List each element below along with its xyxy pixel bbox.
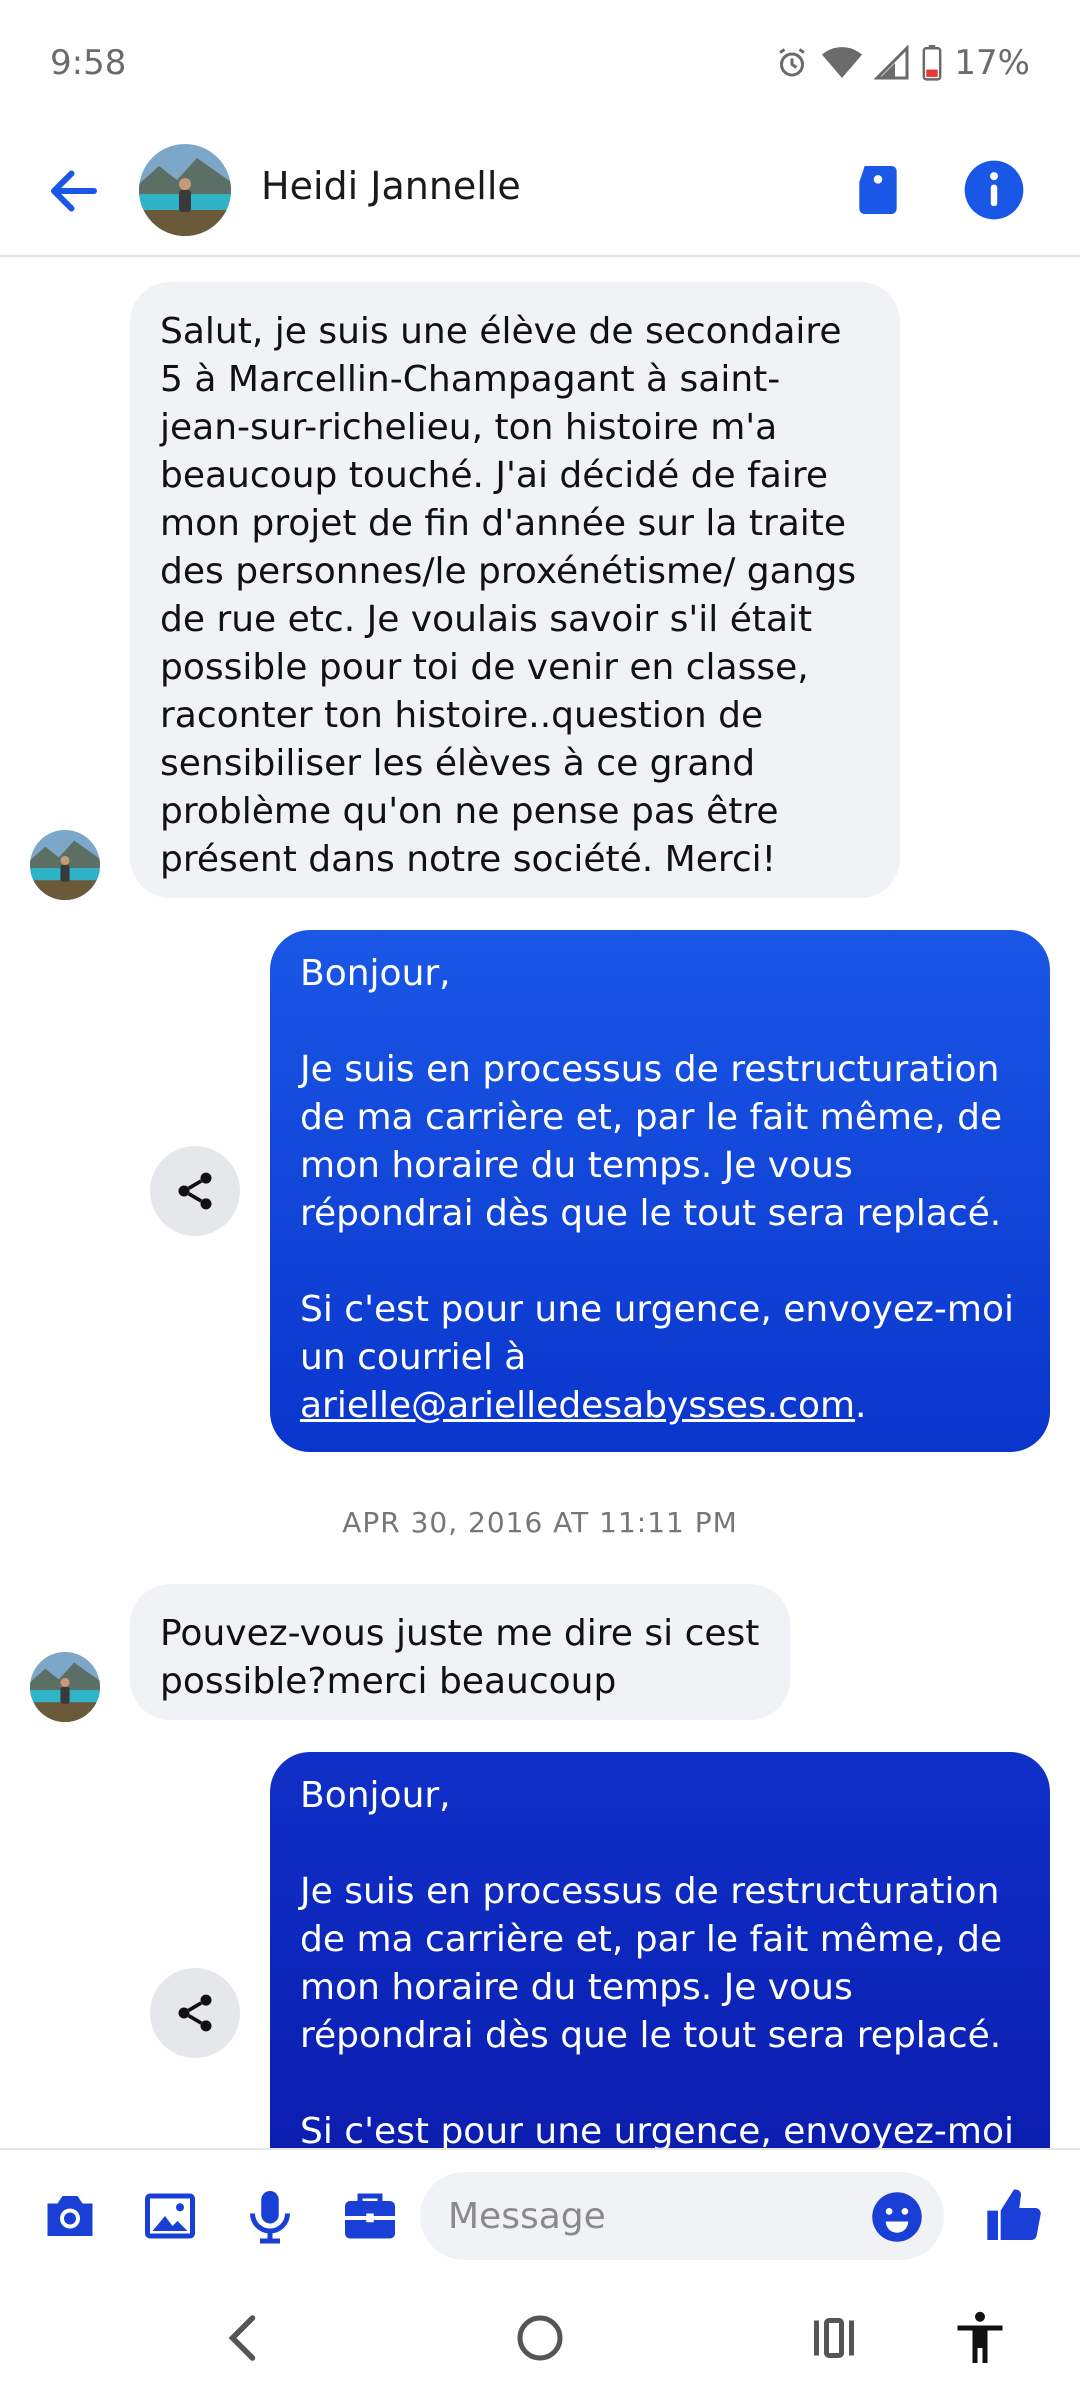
share-button[interactable]: [150, 1968, 240, 2058]
message-input[interactable]: [420, 2172, 944, 2260]
nav-recents-icon: [814, 2318, 854, 2358]
camera-icon: [47, 2196, 93, 2236]
contact-avatar[interactable]: [139, 144, 231, 236]
nav-back-button[interactable]: [215, 2308, 275, 2368]
battery-percent: 17%: [954, 43, 1030, 83]
emoji-button[interactable]: [870, 2190, 924, 2244]
info-button[interactable]: [962, 158, 1026, 222]
incoming-message[interactable]: Salut, je suis une élève de secondaire 5…: [130, 282, 900, 898]
share-icon: [178, 1994, 212, 2032]
image-icon: [145, 2193, 195, 2239]
battery-icon: [923, 45, 942, 81]
share-button[interactable]: [150, 1146, 240, 1236]
microphone-icon: [250, 2191, 290, 2244]
conversation-header: Heidi Jannelle: [0, 126, 1080, 257]
message-list[interactable]: Salut, je suis une élève de secondaire 5…: [0, 258, 1080, 2148]
status-bar: 9:58 17%: [0, 0, 1080, 126]
nav-recents-button[interactable]: [804, 2308, 864, 2368]
incoming-message[interactable]: Pouvez-vous juste me dire si cest possib…: [130, 1584, 790, 1720]
contact-name[interactable]: Heidi Jannelle: [261, 164, 521, 208]
wifi-icon: [822, 47, 863, 78]
gallery-button[interactable]: [140, 2186, 200, 2246]
like-button[interactable]: [982, 2184, 1046, 2248]
share-icon: [178, 1172, 212, 1210]
message-composer: [0, 2148, 1080, 2278]
outgoing-message[interactable]: Bonjour, Je suis en processus de restruc…: [270, 930, 1050, 1452]
email-link[interactable]: arielle@arielledesabysses.com: [300, 1385, 855, 1426]
system-nav-bar: [0, 2278, 1080, 2400]
back-button[interactable]: [44, 161, 104, 221]
accessibility-icon: [957, 2311, 1003, 2363]
thumbs-up-icon: [987, 2189, 1041, 2241]
message-text-end: .: [855, 1385, 867, 1426]
briefcase-icon: [345, 2193, 395, 2239]
emoji-icon: [872, 2192, 922, 2242]
timestamp-divider: APR 30, 2016 AT 11:11 PM: [342, 1506, 738, 1539]
business-button[interactable]: [340, 2186, 400, 2246]
voice-button[interactable]: [240, 2186, 300, 2246]
sender-avatar[interactable]: [30, 830, 100, 900]
signal-icon: [874, 45, 909, 80]
nav-back-icon: [228, 2315, 256, 2361]
nav-home-button[interactable]: [510, 2308, 570, 2368]
nav-home-icon: [517, 2315, 563, 2361]
info-icon: [964, 160, 1024, 220]
status-time: 9:58: [50, 43, 127, 83]
tag-button[interactable]: [846, 158, 910, 222]
back-arrow-icon: [51, 170, 97, 212]
accessibility-button[interactable]: [950, 2308, 1010, 2368]
status-icons: 17%: [774, 43, 1030, 83]
message-text: Bonjour, Je suis en processus de restruc…: [300, 953, 1014, 1378]
outgoing-message[interactable]: Bonjour, Je suis en processus de restruc…: [270, 1752, 1050, 2148]
camera-button[interactable]: [40, 2186, 100, 2246]
sender-avatar[interactable]: [30, 1652, 100, 1722]
alarm-icon: [779, 48, 806, 77]
tag-icon: [859, 166, 897, 214]
